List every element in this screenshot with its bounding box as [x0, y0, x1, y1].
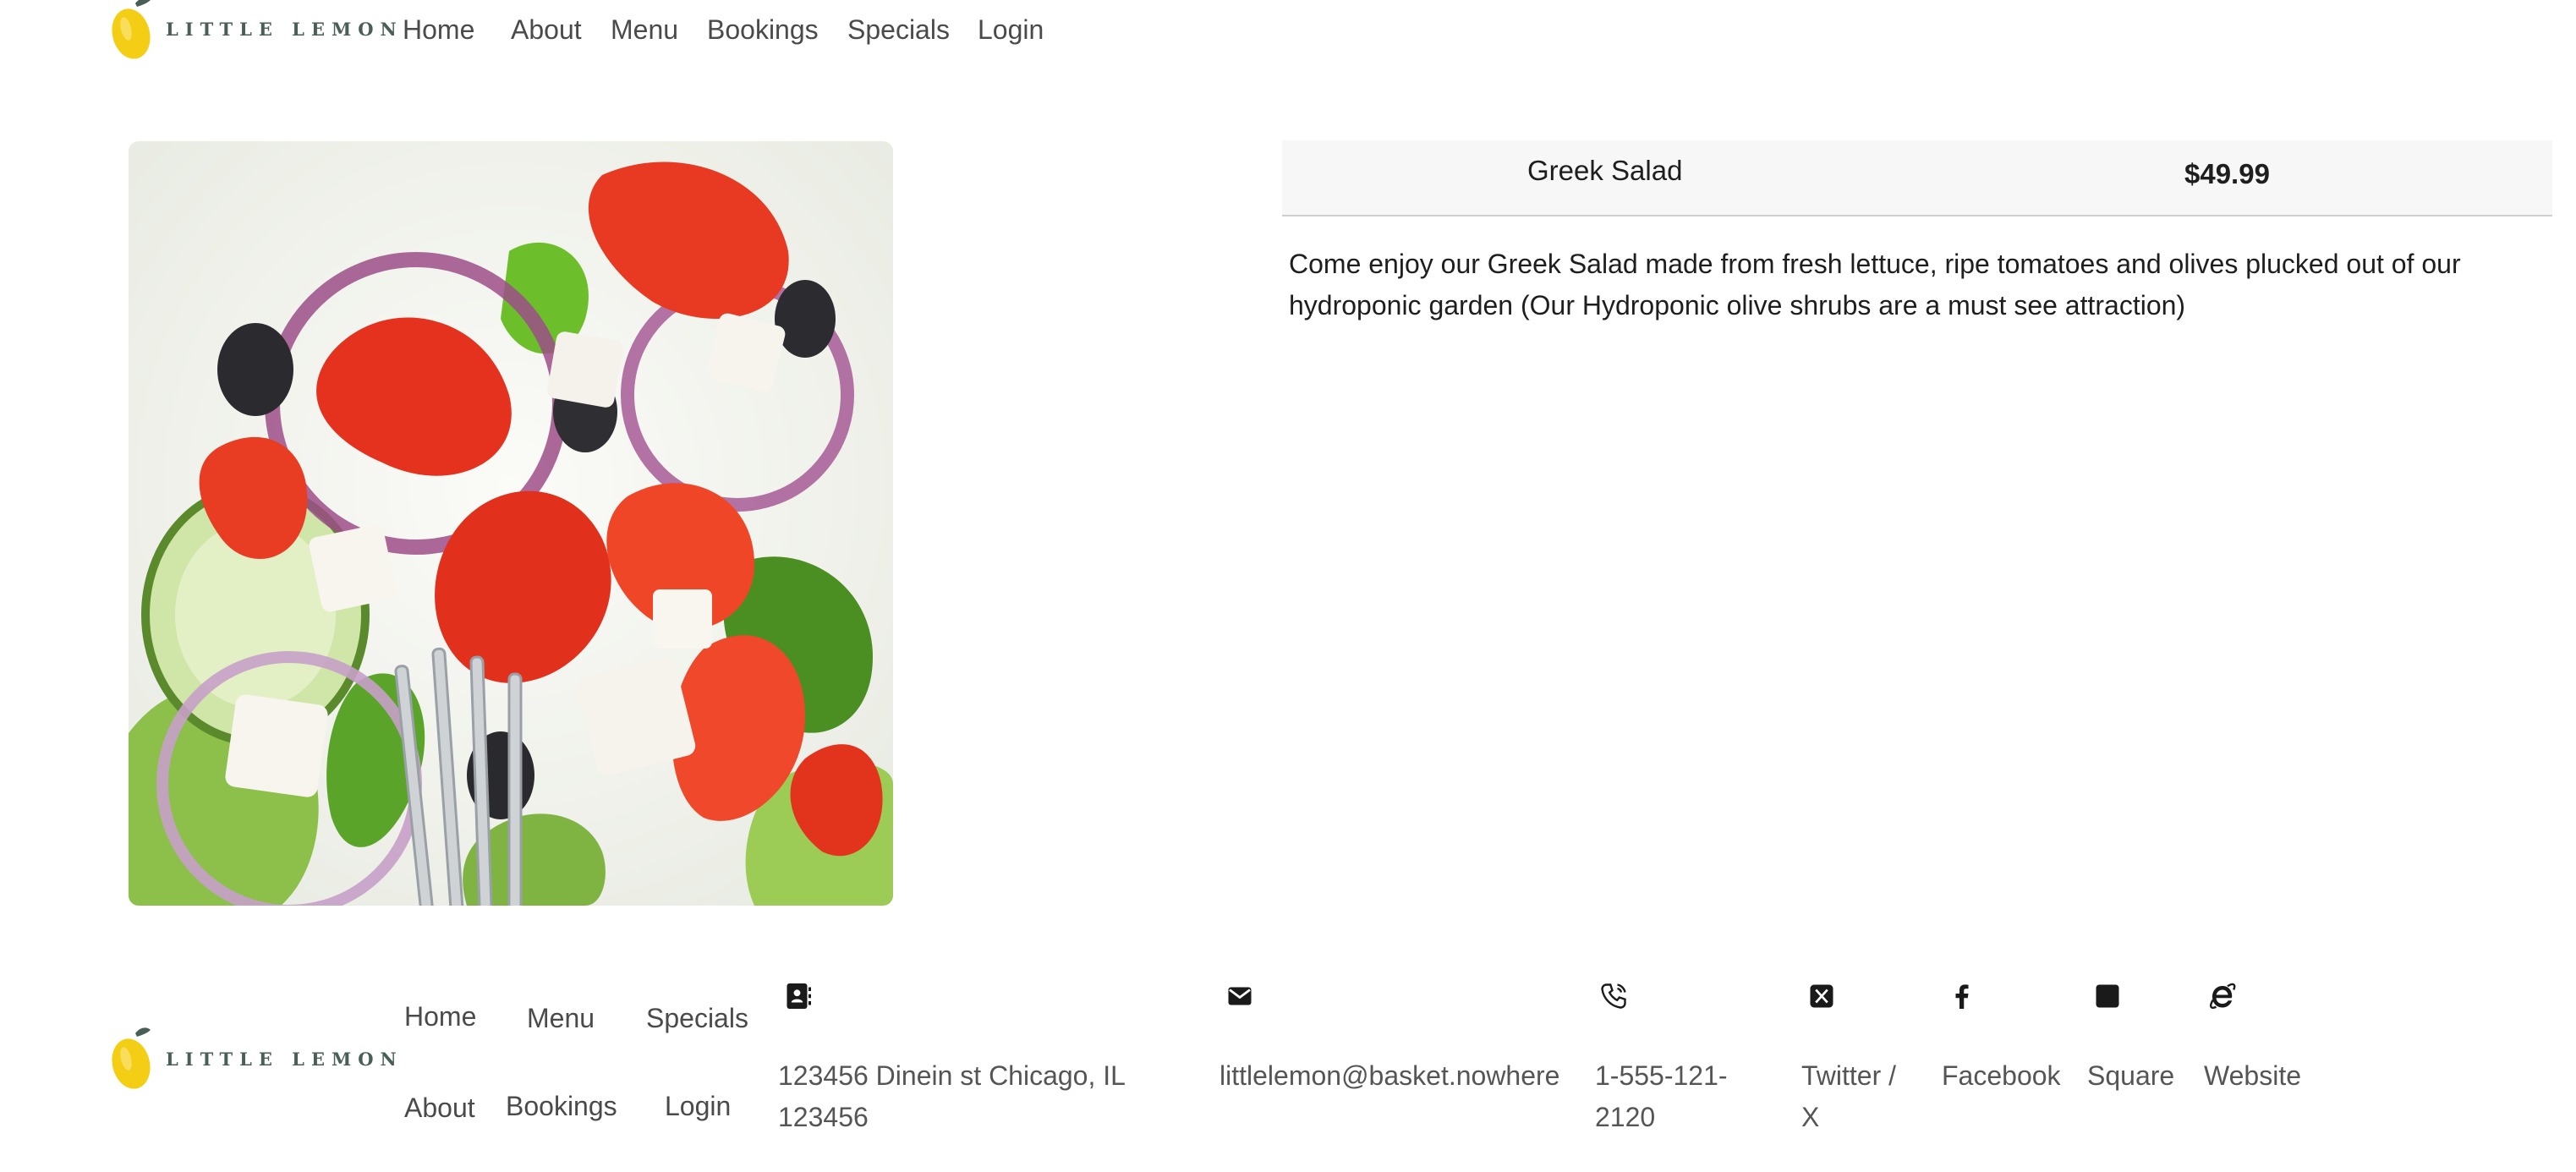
footer-square-link[interactable]: Square — [2087, 1055, 2174, 1097]
footer-website-link[interactable]: Website — [2204, 1055, 2301, 1097]
brand-name: LITTLE LEMON — [166, 18, 403, 40]
footer-address: 123456 Dinein st Chicago, IL 123456 — [778, 1060, 1125, 1132]
footer-nav-bookings[interactable]: Bookings — [506, 1091, 617, 1122]
nav-login[interactable]: Login — [978, 14, 1044, 46]
footer-logo[interactable]: LITTLE LEMON — [110, 1025, 403, 1093]
nav-about[interactable]: About — [511, 14, 582, 46]
footer-nav-home[interactable]: Home — [404, 1001, 476, 1032]
dish-header-bar — [1282, 140, 2552, 216]
nav-menu[interactable]: Menu — [611, 14, 678, 46]
footer-nav-menu[interactable]: Menu — [527, 1003, 595, 1034]
footer-nav-about[interactable]: About — [404, 1093, 475, 1124]
envelope-icon — [1228, 987, 1252, 1005]
footer-facebook-link[interactable]: Facebook — [1942, 1055, 2061, 1097]
square-icon[interactable] — [2092, 981, 2123, 1011]
nav-specials[interactable]: Specials — [847, 14, 950, 46]
phone-icon — [1601, 983, 1626, 1009]
lemon-icon — [112, 0, 151, 59]
internet-explorer-icon[interactable] — [2207, 981, 2238, 1011]
footer-nav-login[interactable]: Login — [665, 1091, 731, 1122]
brand-name: LITTLE LEMON — [166, 1048, 403, 1070]
footer-email[interactable]: littlelemon@basket.nowhere — [1219, 1055, 1559, 1097]
dish-image — [129, 141, 893, 906]
address-book-icon — [787, 983, 811, 1009]
nav-home[interactable]: Home — [403, 14, 474, 46]
footer-phone[interactable]: 1-555-121-2120 — [1595, 1055, 1747, 1138]
dish-name: Greek Salad — [1527, 155, 1683, 186]
facebook-icon[interactable] — [1947, 981, 1977, 1011]
x-twitter-icon[interactable] — [1806, 981, 1837, 1011]
lemon-icon — [112, 1027, 151, 1089]
header-logo[interactable]: LITTLE LEMON — [110, 0, 403, 63]
greek-salad-photo — [129, 141, 893, 906]
footer-nav-specials[interactable]: Specials — [646, 1003, 748, 1034]
dish-price: $49.99 — [2184, 158, 2270, 189]
footer-twitter-link[interactable]: Twitter / X — [1801, 1055, 1920, 1138]
nav-bookings[interactable]: Bookings — [707, 14, 819, 46]
dish-description: Come enjoy our Greek Salad made from fre… — [1289, 249, 2461, 320]
